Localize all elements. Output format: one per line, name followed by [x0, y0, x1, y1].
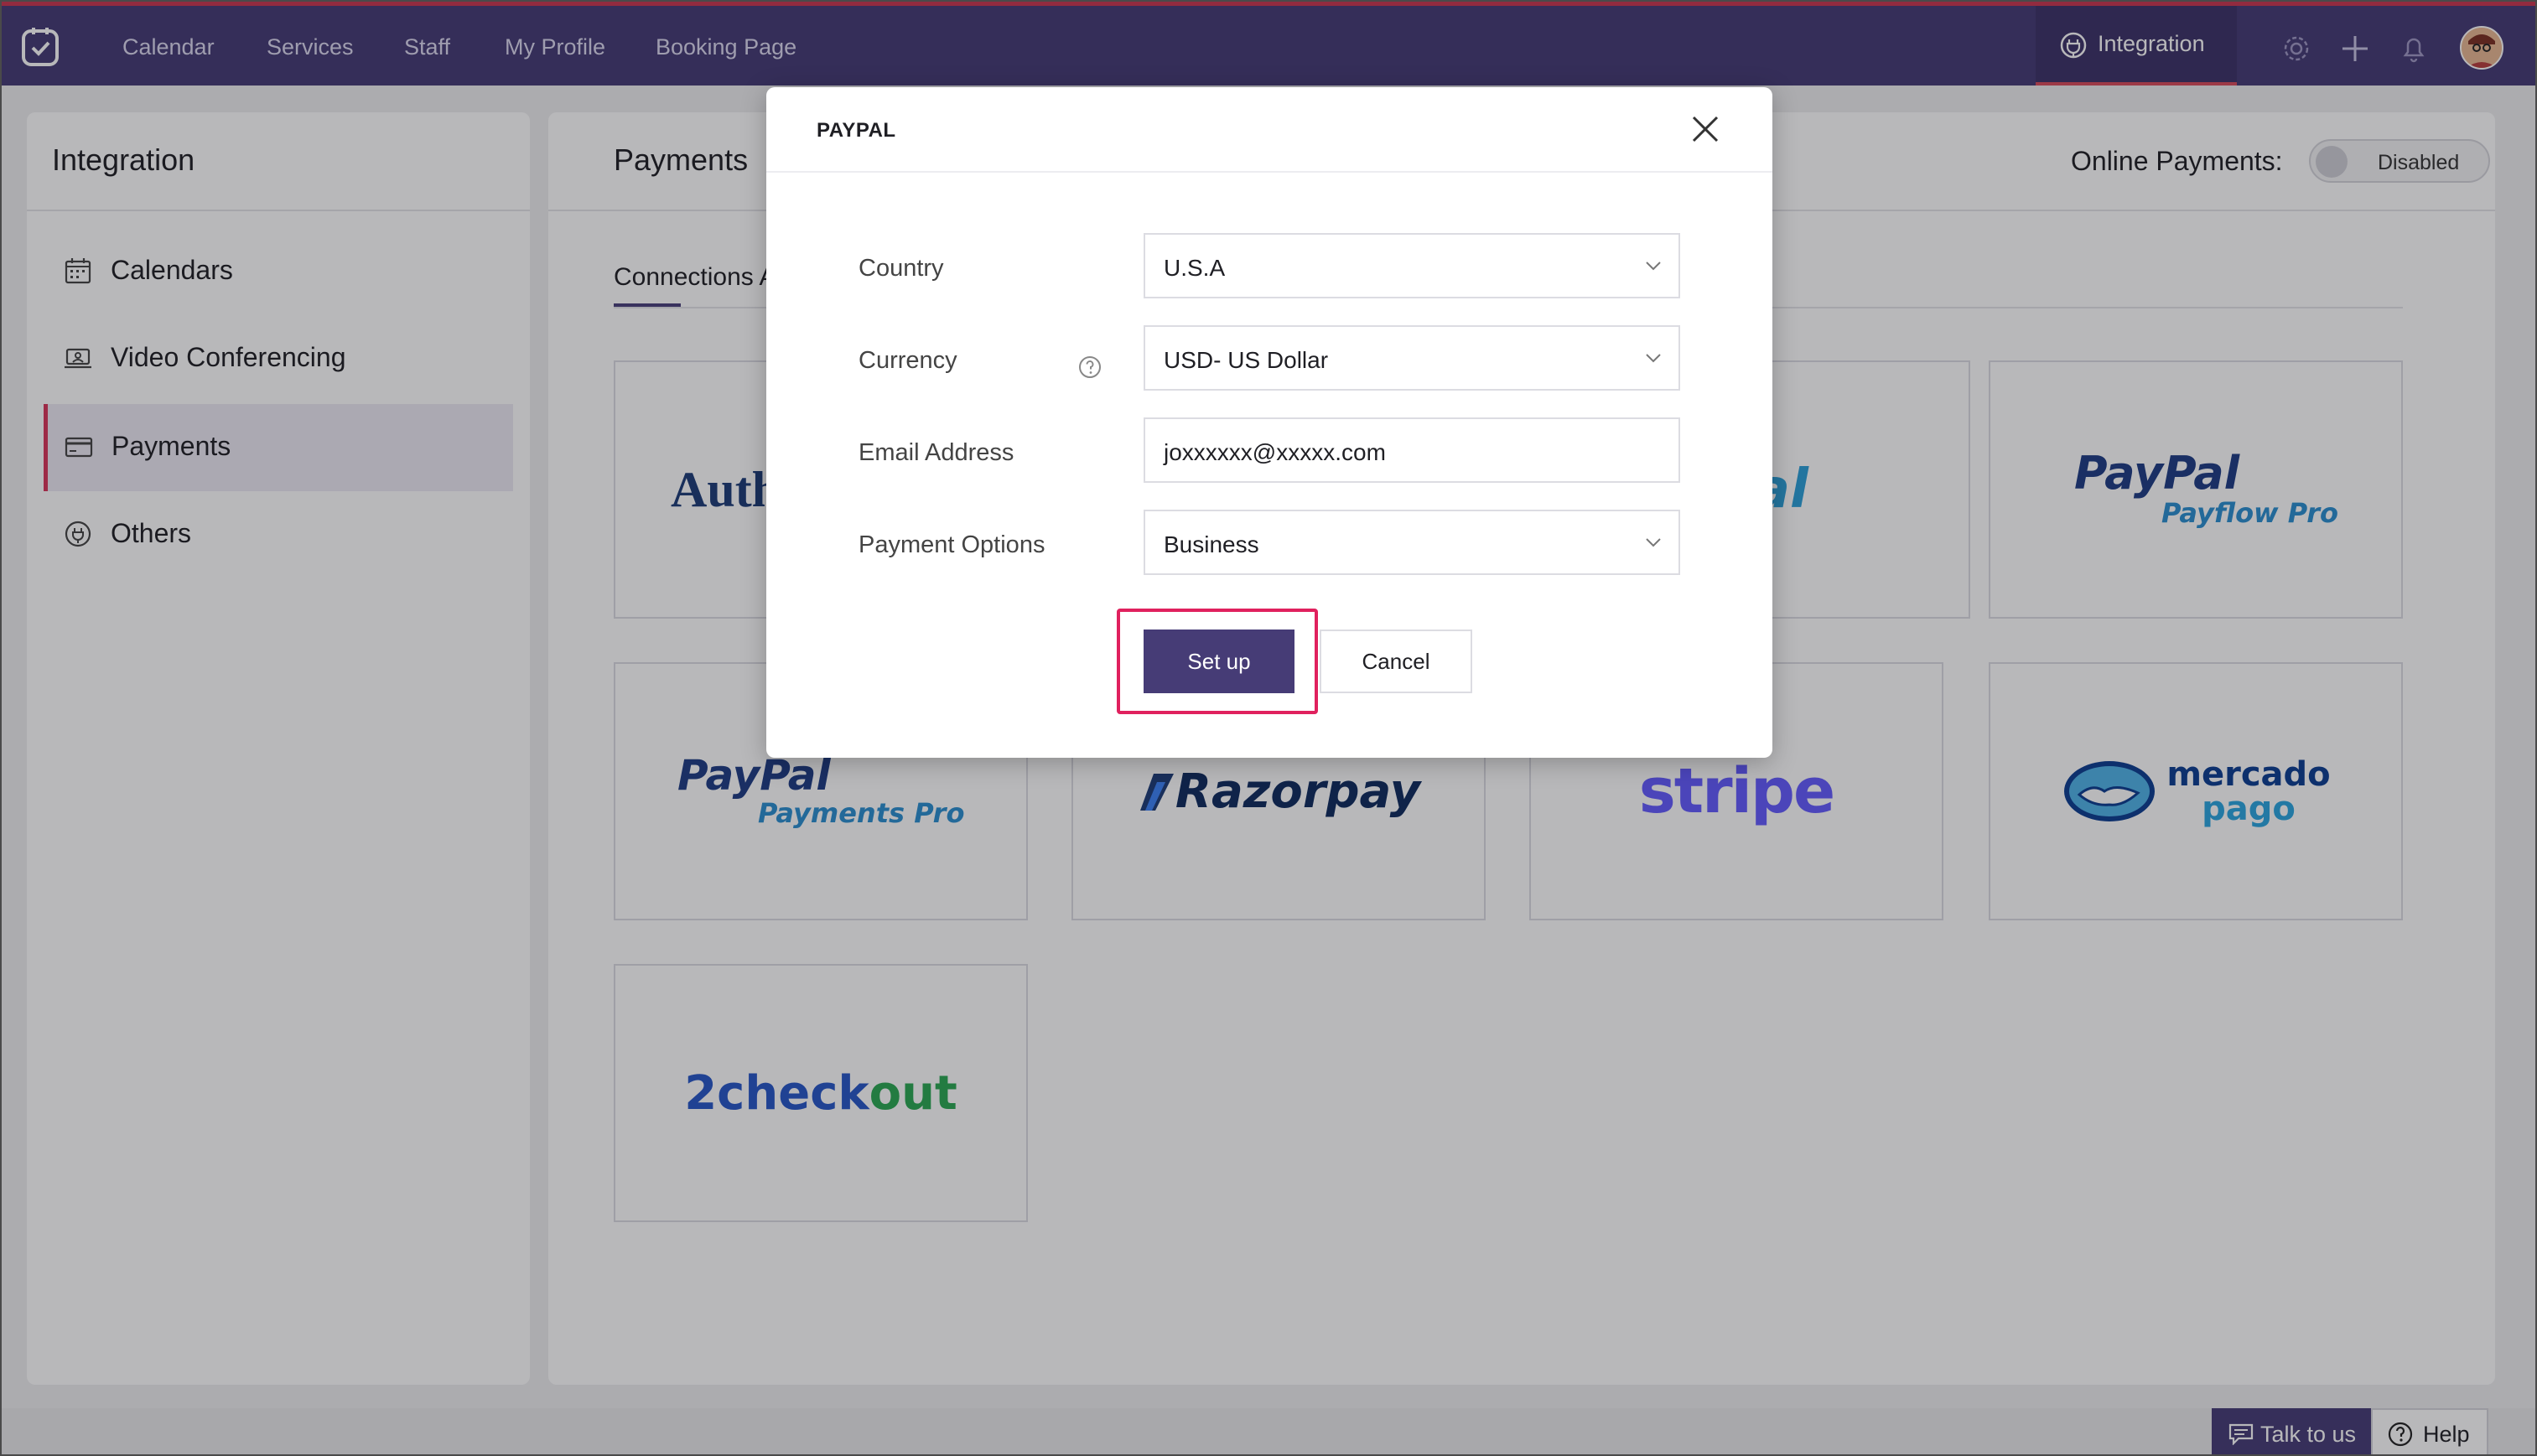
chevron-down-icon [1646, 538, 1661, 547]
setup-button[interactable]: Set up [1144, 630, 1294, 693]
info-icon[interactable] [1078, 355, 1102, 379]
country-label: Country [859, 255, 944, 282]
cancel-button[interactable]: Cancel [1320, 630, 1472, 693]
paypal-setup-dialog: PAYPAL Country U.S.A Currency USD- US Do… [766, 87, 1772, 758]
currency-label-text: Currency [859, 347, 957, 374]
dialog-title: PAYPAL [817, 119, 896, 142]
email-value: joxxxxxx@xxxxx.com [1164, 439, 1386, 465]
email-label: Email Address [859, 439, 1014, 466]
email-field[interactable]: joxxxxxx@xxxxx.com [1144, 417, 1680, 483]
country-value: U.S.A [1164, 255, 1226, 281]
dialog-header: PAYPAL [766, 87, 1772, 173]
chevron-down-icon [1646, 262, 1661, 271]
currency-select[interactable]: USD- US Dollar [1144, 325, 1680, 391]
currency-label: Currency [859, 347, 1101, 378]
chevron-down-icon [1646, 354, 1661, 363]
payment-options-select[interactable]: Business [1144, 510, 1680, 575]
currency-value: USD- US Dollar [1164, 347, 1329, 373]
payment-options-value: Business [1164, 531, 1259, 557]
app-window: Calendar Services Staff My Profile Booki… [0, 0, 2537, 1456]
country-select[interactable]: U.S.A [1144, 233, 1680, 298]
close-icon[interactable] [1689, 112, 1722, 146]
payment-options-label: Payment Options [859, 531, 1045, 558]
